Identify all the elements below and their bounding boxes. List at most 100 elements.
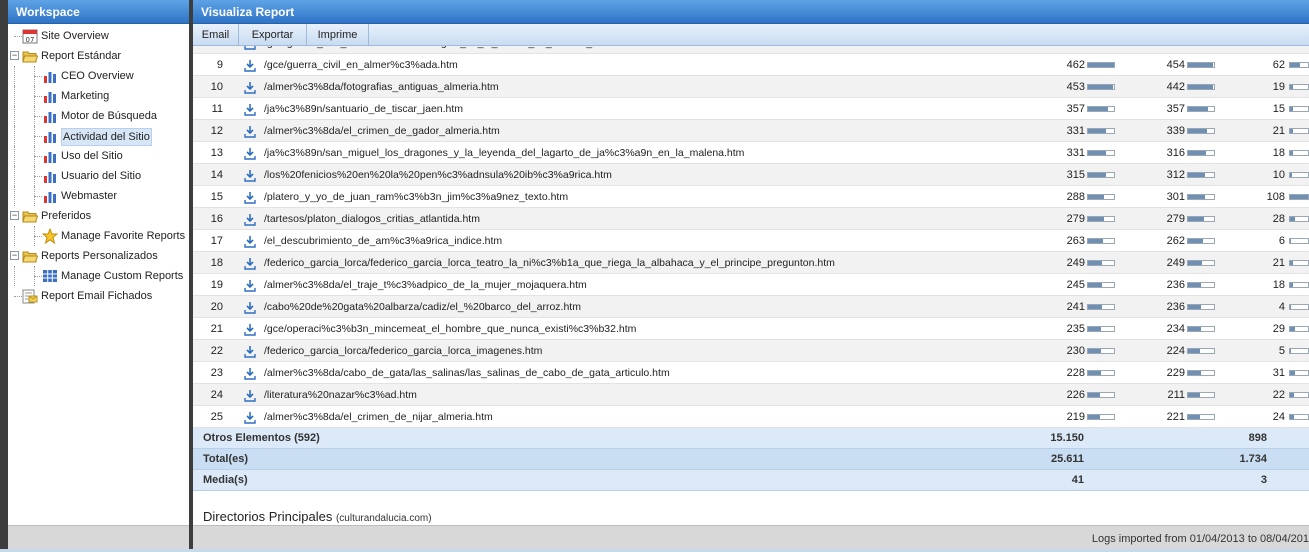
download-icon[interactable] <box>244 256 256 270</box>
tree-item[interactable]: Motor de Búsqueda <box>8 106 189 126</box>
tree-connector <box>34 176 42 177</box>
page-url-link[interactable]: /ja%c3%89n/san_miguel_los_dragones_y_la_… <box>264 142 744 164</box>
tree-item[interactable]: Marketing <box>8 86 189 106</box>
page-url-link[interactable]: /tartesos/platon_dialogos_critias_atlant… <box>264 208 480 230</box>
page-url-link[interactable]: /almer%c3%8da/el_traje_t%c3%adpico_de_la… <box>264 274 587 296</box>
table-row: 15/platero_y_yo_de_juan_ram%c3%b3n_jim%c… <box>193 186 1309 208</box>
download-icon[interactable] <box>244 190 256 204</box>
bar-fill <box>1188 195 1205 199</box>
page-url-link[interactable]: /federico_garcia_lorca/federico_garcia_l… <box>264 252 835 274</box>
tree-item-label: Site Overview <box>41 30 109 42</box>
page-views-value: 249 <box>1066 257 1085 269</box>
tree-item[interactable]: 07 Site Overview <box>8 26 189 46</box>
page-views-value: 241 <box>1066 301 1085 313</box>
page-views-bar <box>1087 260 1115 266</box>
visits-value: 339 <box>1166 125 1185 137</box>
download-icon[interactable] <box>244 80 256 94</box>
print-button[interactable]: Imprime <box>307 24 369 46</box>
table-row: 18/federico_garcia_lorca/federico_garcia… <box>193 252 1309 274</box>
tree-item[interactable]: Usuario del Sitio <box>8 166 189 186</box>
page-url-link[interactable]: /gce/guerra_civil_en_almer%c3%ada.htm <box>264 54 458 76</box>
download-icon[interactable] <box>244 212 256 226</box>
page-url-link[interactable]: /almer%c3%8da/el_crimen_de_nijar_almeria… <box>264 406 493 428</box>
bar-fill <box>1188 415 1201 419</box>
table-row: 19/almer%c3%8da/el_traje_t%c3%adpico_de_… <box>193 274 1309 296</box>
page-url-link[interactable]: /almer%c3%8da/cabo_de_gata/las_salinas/l… <box>264 362 670 384</box>
page-url-link[interactable]: /literatura%20nazar%c3%ad.htm <box>264 384 417 406</box>
page-views-bar <box>1087 84 1115 90</box>
page-views-value: 331 <box>1066 125 1085 137</box>
tree-connector <box>34 136 42 137</box>
page-url-link[interactable]: /cabo%20de%20gata%20albarza/cadiz/el_%20… <box>264 296 581 318</box>
page-url-link[interactable]: /platero_y_yo_de_juan_ram%c3%b3n_jim%c3%… <box>264 186 568 208</box>
download-icon[interactable] <box>244 168 256 182</box>
tree-item[interactable]: − Preferidos <box>8 206 189 226</box>
rank-number: 23 <box>210 367 223 379</box>
bar-fill <box>1290 239 1292 243</box>
page-views-bar <box>1087 106 1115 112</box>
download-icon[interactable] <box>244 344 256 358</box>
page-views-value: 245 <box>1066 279 1085 291</box>
tree-connector <box>34 116 42 117</box>
download-icon[interactable] <box>244 300 256 314</box>
bar-fill <box>1088 107 1109 111</box>
collapse-toggle[interactable]: − <box>10 251 19 260</box>
collapse-toggle[interactable]: − <box>10 211 19 220</box>
entries-value: 4 <box>1278 301 1285 313</box>
page-url-link[interactable]: /almer%c3%8da/el_crimen_de_gador_almeria… <box>264 120 500 142</box>
visits-value: 236 <box>1166 279 1185 291</box>
page-url-link[interactable]: /gce/guerra_civil_almer%c3%ada/refugios_… <box>264 46 640 54</box>
tree-item[interactable]: − Reports Personalizados <box>8 246 189 266</box>
email-report-icon <box>22 288 38 304</box>
page-url-link[interactable]: /federico_garcia_lorca/federico_garcia_l… <box>264 340 542 362</box>
tree-connector <box>14 86 15 106</box>
download-icon[interactable] <box>244 102 256 116</box>
tree-item[interactable]: Report Email Fichados <box>8 286 189 306</box>
entries-value: 15 <box>1272 103 1285 115</box>
export-button[interactable]: Exportar <box>239 24 307 46</box>
bar-fill <box>1188 151 1206 155</box>
download-icon[interactable] <box>244 46 256 50</box>
download-icon[interactable] <box>244 366 256 380</box>
download-icon[interactable] <box>244 278 256 292</box>
page-views-value: 226 <box>1066 389 1085 401</box>
tree-item[interactable]: Manage Favorite Reports <box>8 226 189 246</box>
status-bar: Logs imported from 01/04/2013 to 08/04/2… <box>193 525 1309 552</box>
page-url-link[interactable]: /ja%c3%89n/santuario_de_tiscar_jaen.htm <box>264 98 463 120</box>
download-icon[interactable] <box>244 388 256 402</box>
download-icon[interactable] <box>244 58 256 72</box>
page-url-link[interactable]: /el_descubrimiento_de_am%c3%a9rica_indic… <box>264 230 502 252</box>
entries-bar <box>1289 194 1309 200</box>
download-icon[interactable] <box>244 124 256 138</box>
email-button[interactable]: Email <box>193 24 239 46</box>
page-url-link[interactable]: /gce/operaci%c3%b3n_mincemeat_el_hombre_… <box>264 318 636 340</box>
tree-item[interactable]: Actividad del Sitio <box>8 126 189 146</box>
bar-fill <box>1088 327 1101 331</box>
bar-chart-icon <box>42 168 58 184</box>
download-icon[interactable] <box>244 146 256 160</box>
page-url-link[interactable]: /almer%c3%8da/fotografias_antiguas_almer… <box>264 76 499 98</box>
bar-fill <box>1088 283 1102 287</box>
tree-item[interactable]: CEO Overview <box>8 66 189 86</box>
download-icon[interactable] <box>244 410 256 424</box>
summary-value: 25.611 <box>1050 453 1084 465</box>
download-icon[interactable] <box>244 322 256 336</box>
bar-fill <box>1088 393 1101 397</box>
page-views-bar <box>1087 216 1115 222</box>
tree-item-label: Marketing <box>61 90 110 102</box>
page-url-link[interactable]: /los%20fenicios%20en%20la%20pen%c3%adnsu… <box>264 164 612 186</box>
tree-item[interactable]: Uso del Sitio <box>8 146 189 166</box>
tree-connector <box>34 196 42 197</box>
tree-item[interactable]: Manage Custom Reports <box>8 266 189 286</box>
download-icon[interactable] <box>244 234 256 248</box>
tree-connector <box>34 106 35 126</box>
tree-item[interactable]: Webmaster <box>8 186 189 206</box>
visits-bar <box>1187 216 1215 222</box>
bar-fill <box>1290 393 1294 397</box>
bar-fill <box>1088 195 1105 199</box>
collapse-toggle[interactable]: − <box>10 51 19 60</box>
tree-connector <box>34 156 42 157</box>
table-row: 14/los%20fenicios%20en%20la%20pen%c3%adn… <box>193 164 1309 186</box>
tree-connector <box>34 146 35 166</box>
tree-item[interactable]: − Report Estándar <box>8 46 189 66</box>
